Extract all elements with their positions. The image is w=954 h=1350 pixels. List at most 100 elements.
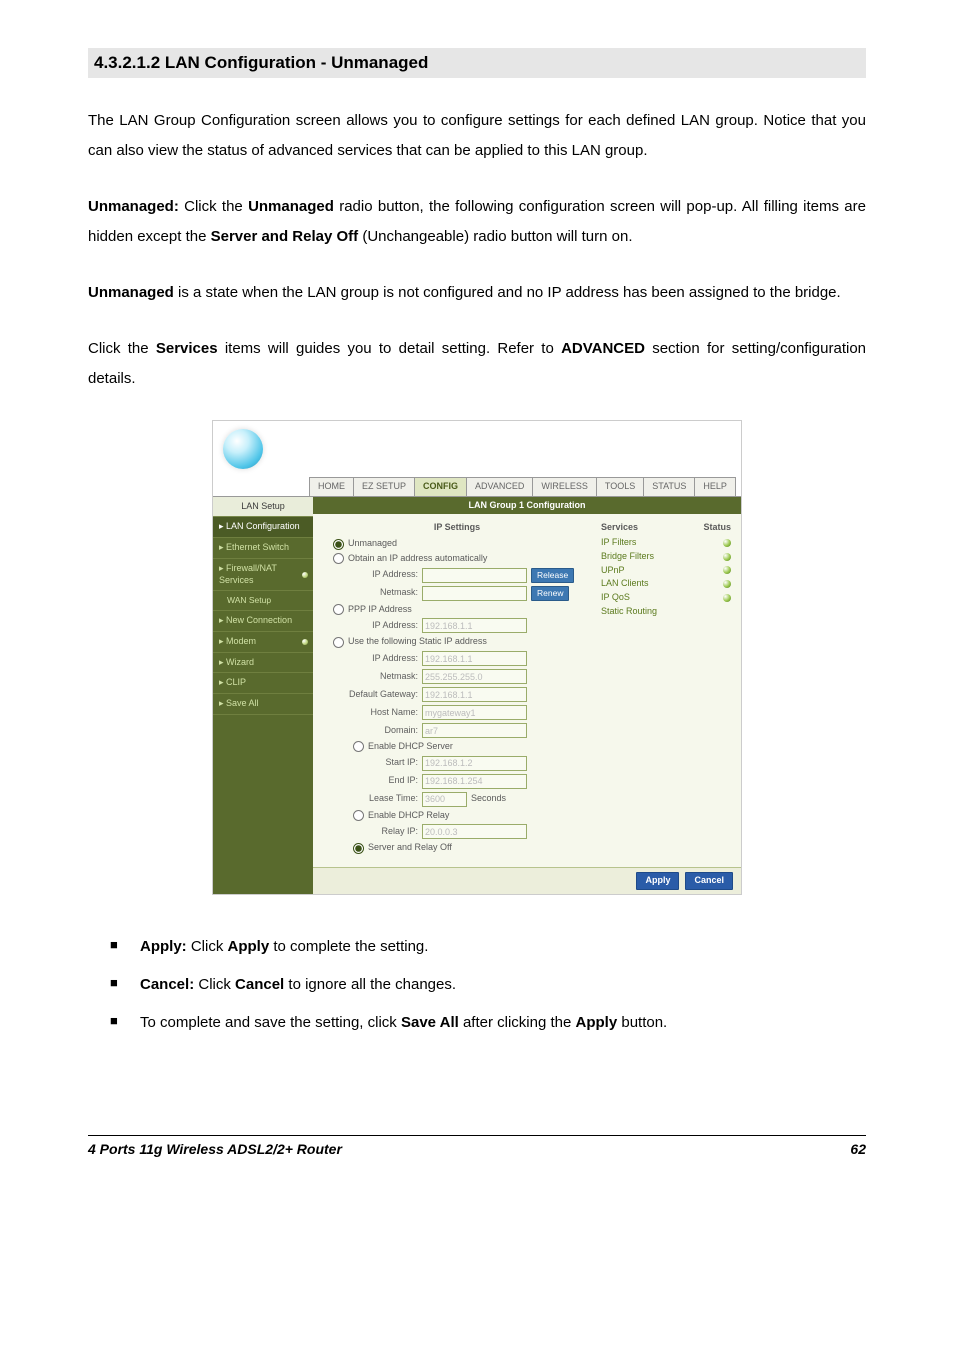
domain-input[interactable] [422,723,527,738]
netmask-input[interactable] [422,586,527,601]
static-ip-input[interactable] [422,651,527,666]
radio-label: Enable DHCP Relay [368,810,449,822]
footer-page: 62 [850,1140,866,1158]
ip-settings-column: IP Settings Unmanaged Obtain an IP addre… [323,520,591,857]
status-led-icon [723,580,731,588]
panel-footer: Apply Cancel [313,867,741,894]
status-title: Status [703,522,731,534]
radio-dhcp-relay-input[interactable] [353,810,364,821]
radio-unmanaged-input[interactable] [333,539,344,550]
p4-bold1: Services [156,340,218,357]
radio-ppp-input[interactable] [333,604,344,615]
p4-t2: items will guides you to detail setting.… [218,340,561,357]
sidebar-item-label: Modem [226,636,256,646]
service-link[interactable]: UPnP [601,565,625,577]
radio-label: Server and Relay Off [368,842,452,854]
para-4: Click the Services items will guides you… [88,334,866,394]
gw-input[interactable] [422,687,527,702]
list-item: Apply: Click Apply to complete the setti… [110,935,866,959]
lease-label: Lease Time: [323,793,418,805]
start-ip-input[interactable] [422,756,527,771]
row-lease-time: Lease Time: Seconds [323,792,591,807]
apply-button[interactable]: Apply [636,872,679,890]
sidebar-item-clip[interactable]: ▸ CLIP [213,673,313,694]
radio-ppp-ip[interactable]: PPP IP Address [333,604,591,616]
status-led-icon [723,553,731,561]
row-static-netmask: Netmask: [323,669,591,684]
panel-title: LAN Group 1 Configuration [313,497,741,515]
tab-ezsetup[interactable]: EZ SETUP [353,477,414,496]
start-ip-label: Start IP: [323,757,418,769]
tab-home[interactable]: HOME [309,477,353,496]
sidebar-item-label: WAN Setup [227,595,271,605]
relay-ip-label: Relay IP: [323,826,418,838]
footer-title: 4 Ports 11g Wireless ADSL2/2+ Router [88,1140,342,1158]
sidebar-item-firewall-nat[interactable]: ▸ Firewall/NAT Services [213,559,313,591]
top-tabs: HOME EZ SETUP CONFIG ADVANCED WIRELESS T… [213,477,741,497]
tab-status[interactable]: STATUS [643,477,694,496]
row-ip-address: IP Address: Release [323,568,591,583]
service-link[interactable]: LAN Clients [601,578,649,590]
logo-row [213,421,741,477]
service-link[interactable]: IP QoS [601,592,630,604]
status-dot-icon [302,572,308,578]
service-link[interactable]: Bridge Filters [601,551,654,563]
radio-server-relay-off[interactable]: Server and Relay Off [353,842,591,854]
radio-sro-input[interactable] [353,843,364,854]
radio-static-ip[interactable]: Use the following Static IP address [333,636,591,648]
cancel-button[interactable]: Cancel [685,872,733,890]
ppp-ip-input[interactable] [422,618,527,633]
config-panel: LAN Group 1 Configuration IP Settings Un… [313,497,741,894]
b1d: to complete the setting. [269,938,428,955]
radio-obtain-auto[interactable]: Obtain an IP address automatically [333,553,591,565]
tab-config[interactable]: CONFIG [414,477,466,496]
renew-button[interactable]: Renew [531,586,569,601]
sidebar-item-wan-setup[interactable]: WAN Setup [213,591,313,611]
row-end-ip: End IP: [323,774,591,789]
release-button[interactable]: Release [531,568,574,583]
status-led-icon [723,566,731,574]
end-ip-input[interactable] [422,774,527,789]
radio-obtain-input[interactable] [333,553,344,564]
sidebar-item-wizard[interactable]: ▸ Wizard [213,653,313,674]
ip-address-label: IP Address: [323,569,418,581]
tab-advanced[interactable]: ADVANCED [466,477,532,496]
b1a: Apply: [140,938,187,955]
service-link[interactable]: Static Routing [601,606,657,618]
tab-help[interactable]: HELP [694,477,736,496]
sidebar-item-ethernet-switch[interactable]: ▸ Ethernet Switch [213,538,313,559]
b3e: button. [617,1014,667,1031]
lease-input[interactable] [422,792,467,807]
sidebar-item-new-connection[interactable]: ▸ New Connection [213,611,313,632]
radio-dhcp-relay[interactable]: Enable DHCP Relay [353,810,591,822]
radio-dhcp-server-input[interactable] [353,741,364,752]
tab-wireless[interactable]: WIRELESS [532,477,596,496]
sidebar-item-save-all[interactable]: ▸ Save All [213,694,313,715]
tab-tools[interactable]: TOOLS [596,477,643,496]
b1b: Click [187,938,228,955]
ip-address-input[interactable] [422,568,527,583]
p2-bold3: Server and Relay Off [211,228,359,245]
host-input[interactable] [422,705,527,720]
row-domain: Domain: [323,723,591,738]
radio-unmanaged[interactable]: Unmanaged [333,538,591,550]
row-host-name: Host Name: [323,705,591,720]
sidebar-item-label: New Connection [226,615,292,625]
sidebar-item-lan-configuration[interactable]: ▸ LAN Configuration [213,517,313,538]
service-link[interactable]: IP Filters [601,537,636,549]
radio-static-input[interactable] [333,637,344,648]
b2c: Cancel [235,976,284,993]
row-ppp-ip: IP Address: [323,618,591,633]
sidebar-item-label: Wizard [226,657,254,667]
p3-bold1: Unmanaged [88,284,174,301]
p2-t3: (Unchangeable) radio button will turn on… [358,228,632,245]
sidebar-item-modem[interactable]: ▸ Modem [213,632,313,653]
static-nm-input[interactable] [422,669,527,684]
radio-dhcp-server[interactable]: Enable DHCP Server [353,741,591,753]
static-ip-label: IP Address: [323,653,418,665]
services-header: Services Status [601,522,731,534]
status-dot-icon [302,639,308,645]
relay-ip-input[interactable] [422,824,527,839]
para-2: Unmanaged: Click the Unmanaged radio but… [88,192,866,252]
p2-t1: Click the [179,198,248,215]
